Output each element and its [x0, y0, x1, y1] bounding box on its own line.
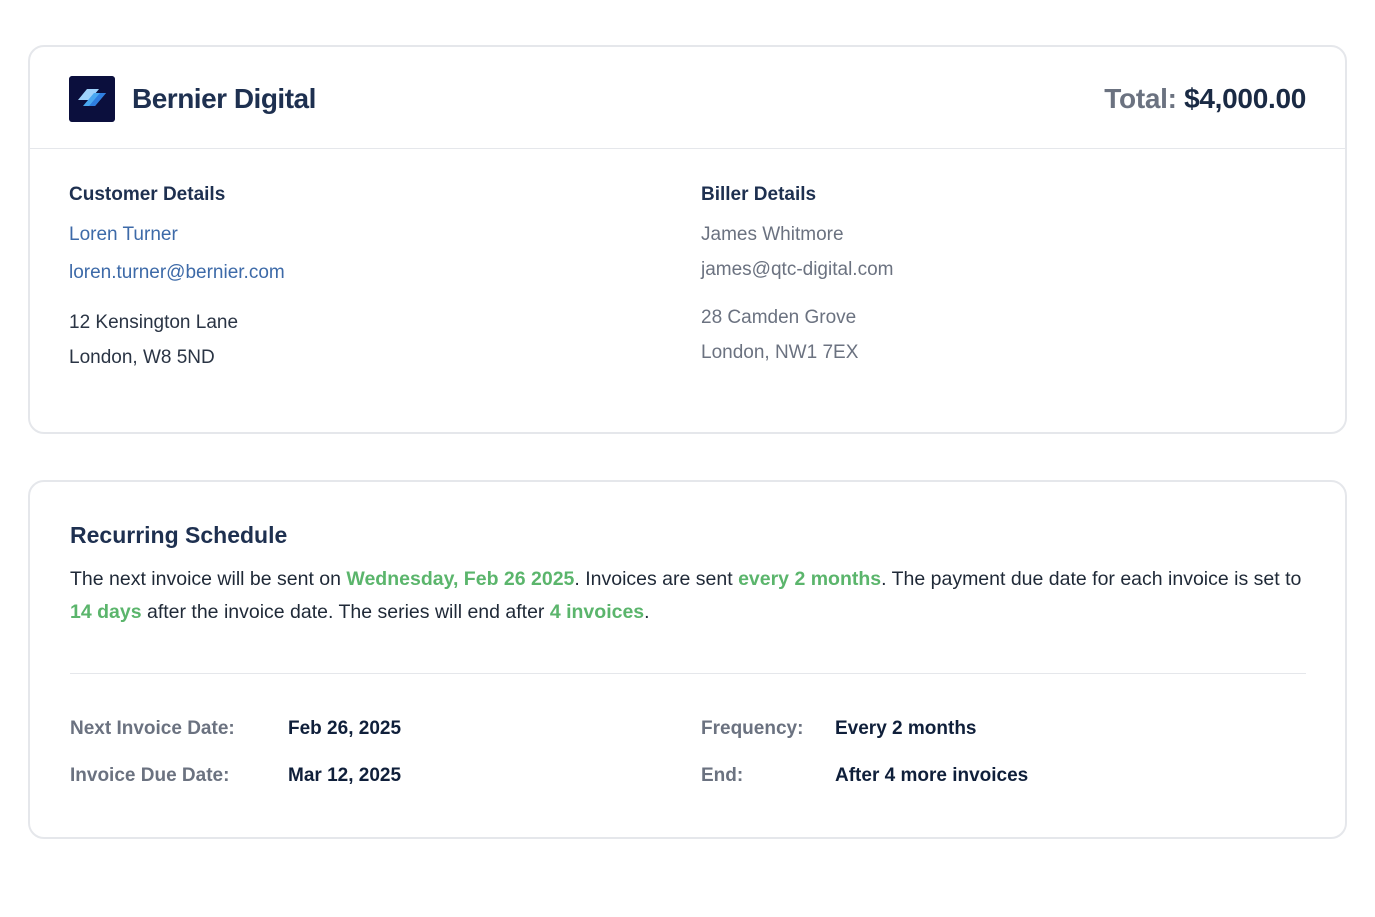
schedule-description: The next invoice will be sent on Wednesd…: [70, 563, 1315, 629]
total-label: Total:: [1104, 83, 1177, 114]
customer-details-title: Customer Details: [69, 184, 226, 205]
customer-address-line1: 12 Kensington Lane: [69, 312, 239, 333]
end-label: End:: [701, 765, 744, 786]
invoice-summary-card: Bernier Digital Total: $4,000.00 Custome…: [28, 45, 1347, 434]
next-date-highlight: Wednesday, Feb 26 2025: [346, 568, 575, 590]
frequency-highlight: every 2 months: [738, 568, 882, 590]
recurring-schedule-title: Recurring Schedule: [70, 522, 288, 548]
invoice-due-date-value: Mar 12, 2025: [288, 765, 402, 786]
schedule-text-part: . Invoices are sent: [574, 568, 739, 590]
end-value: After 4 more invoices: [835, 765, 1029, 786]
recurring-schedule-card: Recurring Schedule The next invoice will…: [28, 480, 1347, 839]
biller-address-line1: 28 Camden Grove: [701, 307, 857, 328]
total-amount: $4,000.00: [1184, 83, 1306, 114]
biller-address-line2: London, NW1 7EX: [701, 342, 859, 363]
schedule-text-part: . The payment due date for each invoice …: [881, 568, 1302, 590]
company-logo-icon: [69, 76, 115, 122]
biller-email: james@qtc-digital.com: [701, 259, 894, 280]
invoice-header: Bernier Digital Total: $4,000.00: [30, 47, 1345, 149]
customer-email-link[interactable]: loren.turner@bernier.com: [69, 262, 285, 284]
schedule-divider: [70, 673, 1306, 674]
company-name: Bernier Digital: [132, 83, 316, 114]
biller-details: Biller Details James Whitmore james@qtc-…: [701, 184, 893, 363]
customer-details: Customer Details Loren Turner loren.turn…: [69, 184, 285, 368]
biller-name: James Whitmore: [701, 224, 844, 245]
schedule-text-part: The next invoice will be sent on: [70, 568, 347, 590]
frequency-value: Every 2 months: [835, 718, 977, 739]
schedule-text-part: after the invoice date. The series will …: [141, 601, 550, 623]
invoice-total: Total: $4,000.00: [1104, 83, 1306, 115]
invoice-due-date-label: Invoice Due Date:: [70, 765, 230, 786]
invoice-count-highlight: 4 invoices: [549, 601, 645, 623]
frequency-label: Frequency:: [701, 718, 804, 739]
biller-details-title: Biller Details: [701, 184, 817, 205]
customer-name-link[interactable]: Loren Turner: [69, 224, 178, 246]
due-days-highlight: 14 days: [70, 601, 142, 623]
next-invoice-date-label: Next Invoice Date:: [70, 718, 235, 739]
schedule-text-part: .: [644, 601, 650, 623]
next-invoice-date-value: Feb 26, 2025: [288, 718, 402, 739]
customer-address-line2: London, W8 5ND: [69, 347, 215, 368]
